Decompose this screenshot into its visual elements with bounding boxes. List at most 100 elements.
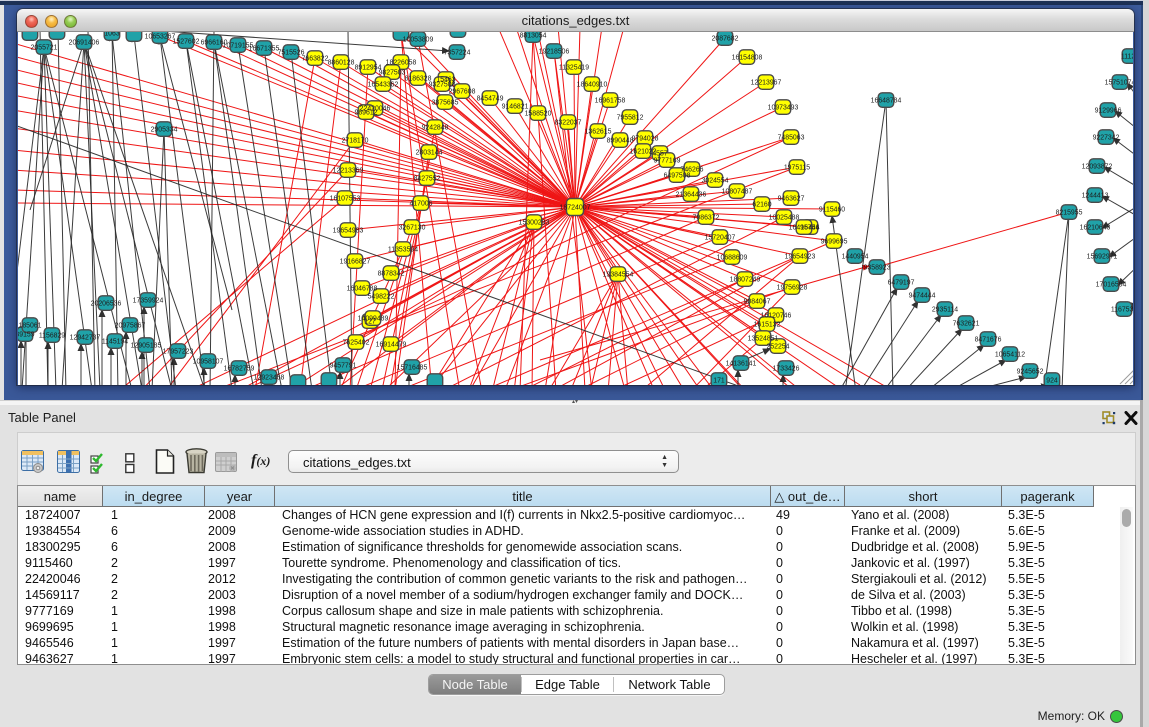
svg-text:18807249: 18807249 <box>730 276 761 283</box>
svg-text:12093872: 12093872 <box>1082 163 1113 170</box>
svg-text:9457791: 9457791 <box>330 362 357 369</box>
svg-text:9474444: 9474444 <box>909 292 936 299</box>
svg-text:15751074: 15751074 <box>1105 79 1133 86</box>
svg-text:9227342: 9227342 <box>1093 134 1120 141</box>
svg-text:16782759: 16782759 <box>224 365 255 372</box>
svg-text:10973493: 10973493 <box>768 104 799 111</box>
svg-text:4557: 4557 <box>652 150 667 157</box>
svg-text:9115460: 9115460 <box>819 206 845 213</box>
svg-text:16543362: 16543362 <box>368 81 399 88</box>
svg-text:989612: 989612 <box>355 109 378 116</box>
svg-text:1063: 1063 <box>104 32 119 37</box>
svg-text:16648784: 16648784 <box>871 97 902 104</box>
svg-text:9358923: 9358923 <box>864 264 891 271</box>
svg-text:17957223: 17957223 <box>163 348 194 355</box>
svg-text:2905334: 2905334 <box>151 126 178 133</box>
svg-text:8322037: 8322037 <box>555 119 582 126</box>
svg-text:19384554: 19384554 <box>603 271 634 278</box>
svg-text:12905185: 12905185 <box>131 342 162 349</box>
svg-text:16671355: 16671355 <box>249 45 280 52</box>
svg-text:8878342: 8878342 <box>378 270 405 277</box>
svg-text:1167533: 1167533 <box>1111 306 1133 313</box>
svg-text:1527602: 1527602 <box>173 38 200 45</box>
svg-text:9084067: 9084067 <box>744 298 771 305</box>
svg-text:7955812: 7955812 <box>617 114 644 121</box>
svg-text:1440954: 1440954 <box>842 253 869 260</box>
svg-text:8990448: 8990448 <box>607 137 634 144</box>
svg-text:7357224: 7357224 <box>444 49 471 56</box>
svg-text:14099489: 14099489 <box>358 315 389 322</box>
svg-text:10654112: 10654112 <box>995 351 1025 358</box>
svg-text:8813054: 8813054 <box>520 32 547 39</box>
svg-text:8454749: 8454749 <box>477 95 504 102</box>
svg-text:1156829: 1156829 <box>39 332 65 339</box>
svg-text:11353594: 11353594 <box>388 246 418 253</box>
svg-text:16120746: 16120746 <box>761 312 792 319</box>
svg-text:16961758: 16961758 <box>595 97 626 104</box>
svg-text:8427552: 8427552 <box>414 175 441 182</box>
svg-text:20206536: 20206536 <box>91 300 122 307</box>
svg-text:16495756: 16495756 <box>789 224 820 231</box>
svg-text:10807487: 10807487 <box>722 188 753 195</box>
svg-text:18724007: 18724007 <box>559 205 590 212</box>
svg-text:14136141: 14136141 <box>726 360 757 367</box>
svg-text:9463627: 9463627 <box>778 195 805 202</box>
svg-text:8860128: 8860128 <box>328 59 355 66</box>
svg-text:5498222: 5498222 <box>368 293 395 300</box>
svg-text:2055721: 2055721 <box>31 44 58 51</box>
svg-text:1733426: 1733426 <box>773 365 800 372</box>
svg-text:17016504: 17016504 <box>1096 281 1127 288</box>
svg-text:8186328: 8186328 <box>405 75 432 82</box>
svg-text:2803144: 2803144 <box>416 149 443 156</box>
svg-text:15720407: 15720407 <box>705 234 736 241</box>
svg-text:8912954: 8912954 <box>355 64 382 71</box>
svg-text:9794028: 9794028 <box>632 135 659 142</box>
svg-text:7986372: 7986372 <box>693 214 720 221</box>
svg-text:17359924: 17359924 <box>133 297 164 304</box>
svg-text:19166827: 19166827 <box>340 258 371 265</box>
svg-text:15300293: 15300293 <box>519 219 550 226</box>
svg-text:185061: 185061 <box>19 322 42 329</box>
svg-text:15692971: 15692971 <box>1087 253 1118 260</box>
svg-text:3875685: 3875685 <box>432 99 459 106</box>
svg-text:1615132: 1615132 <box>754 321 781 328</box>
svg-text:62160: 62160 <box>752 201 771 208</box>
svg-text:746266: 746266 <box>681 166 704 173</box>
svg-text:12213967: 12213967 <box>751 79 782 86</box>
svg-text:7485063: 7485063 <box>778 134 805 141</box>
svg-text:10653267: 10653267 <box>145 33 176 40</box>
svg-text:2087682: 2087682 <box>712 35 739 42</box>
svg-text:19218506: 19218506 <box>539 48 570 55</box>
svg-text:9327508: 9327508 <box>429 81 456 88</box>
svg-text:9146821: 9146821 <box>502 103 529 110</box>
svg-text:1975115: 1975115 <box>784 164 810 171</box>
svg-text:171: 171 <box>713 377 725 384</box>
svg-text:9827503: 9827503 <box>379 69 406 76</box>
svg-text:417006: 417006 <box>410 200 433 207</box>
svg-text:1362615: 1362615 <box>585 128 612 135</box>
svg-text:20975867: 20975867 <box>115 322 146 329</box>
svg-text:8215955: 8215955 <box>1056 209 1083 216</box>
svg-text:1588520: 1588520 <box>525 110 552 117</box>
svg-text:16154808: 16154808 <box>732 54 763 61</box>
svg-text:1145194: 1145194 <box>102 338 128 345</box>
svg-text:16107553: 16107553 <box>330 195 361 202</box>
svg-text:10688609: 10688609 <box>717 254 748 261</box>
svg-text:12923468: 12923468 <box>254 374 285 381</box>
svg-text:924: 924 <box>1046 377 1058 384</box>
svg-text:2718170: 2718170 <box>342 137 369 144</box>
svg-text:7663822: 7663822 <box>302 55 329 62</box>
svg-text:13524851: 13524851 <box>748 335 779 342</box>
svg-text:19654983: 19654983 <box>333 227 364 234</box>
svg-text:18226058: 18226058 <box>386 59 417 66</box>
svg-text:6497508: 6497508 <box>664 172 691 179</box>
svg-text:10053809: 10053809 <box>403 36 434 43</box>
svg-text:7625402: 7625402 <box>343 339 370 346</box>
svg-text:39159: 39159 <box>18 331 35 338</box>
svg-text:16210643: 16210643 <box>1080 224 1111 231</box>
svg-text:252254: 252254 <box>767 343 790 350</box>
svg-text:10025488: 10025488 <box>769 214 800 221</box>
svg-text:20691406: 20691406 <box>69 39 100 46</box>
svg-text:9777169: 9777169 <box>654 157 681 164</box>
svg-text:15716485: 15716485 <box>397 364 428 371</box>
